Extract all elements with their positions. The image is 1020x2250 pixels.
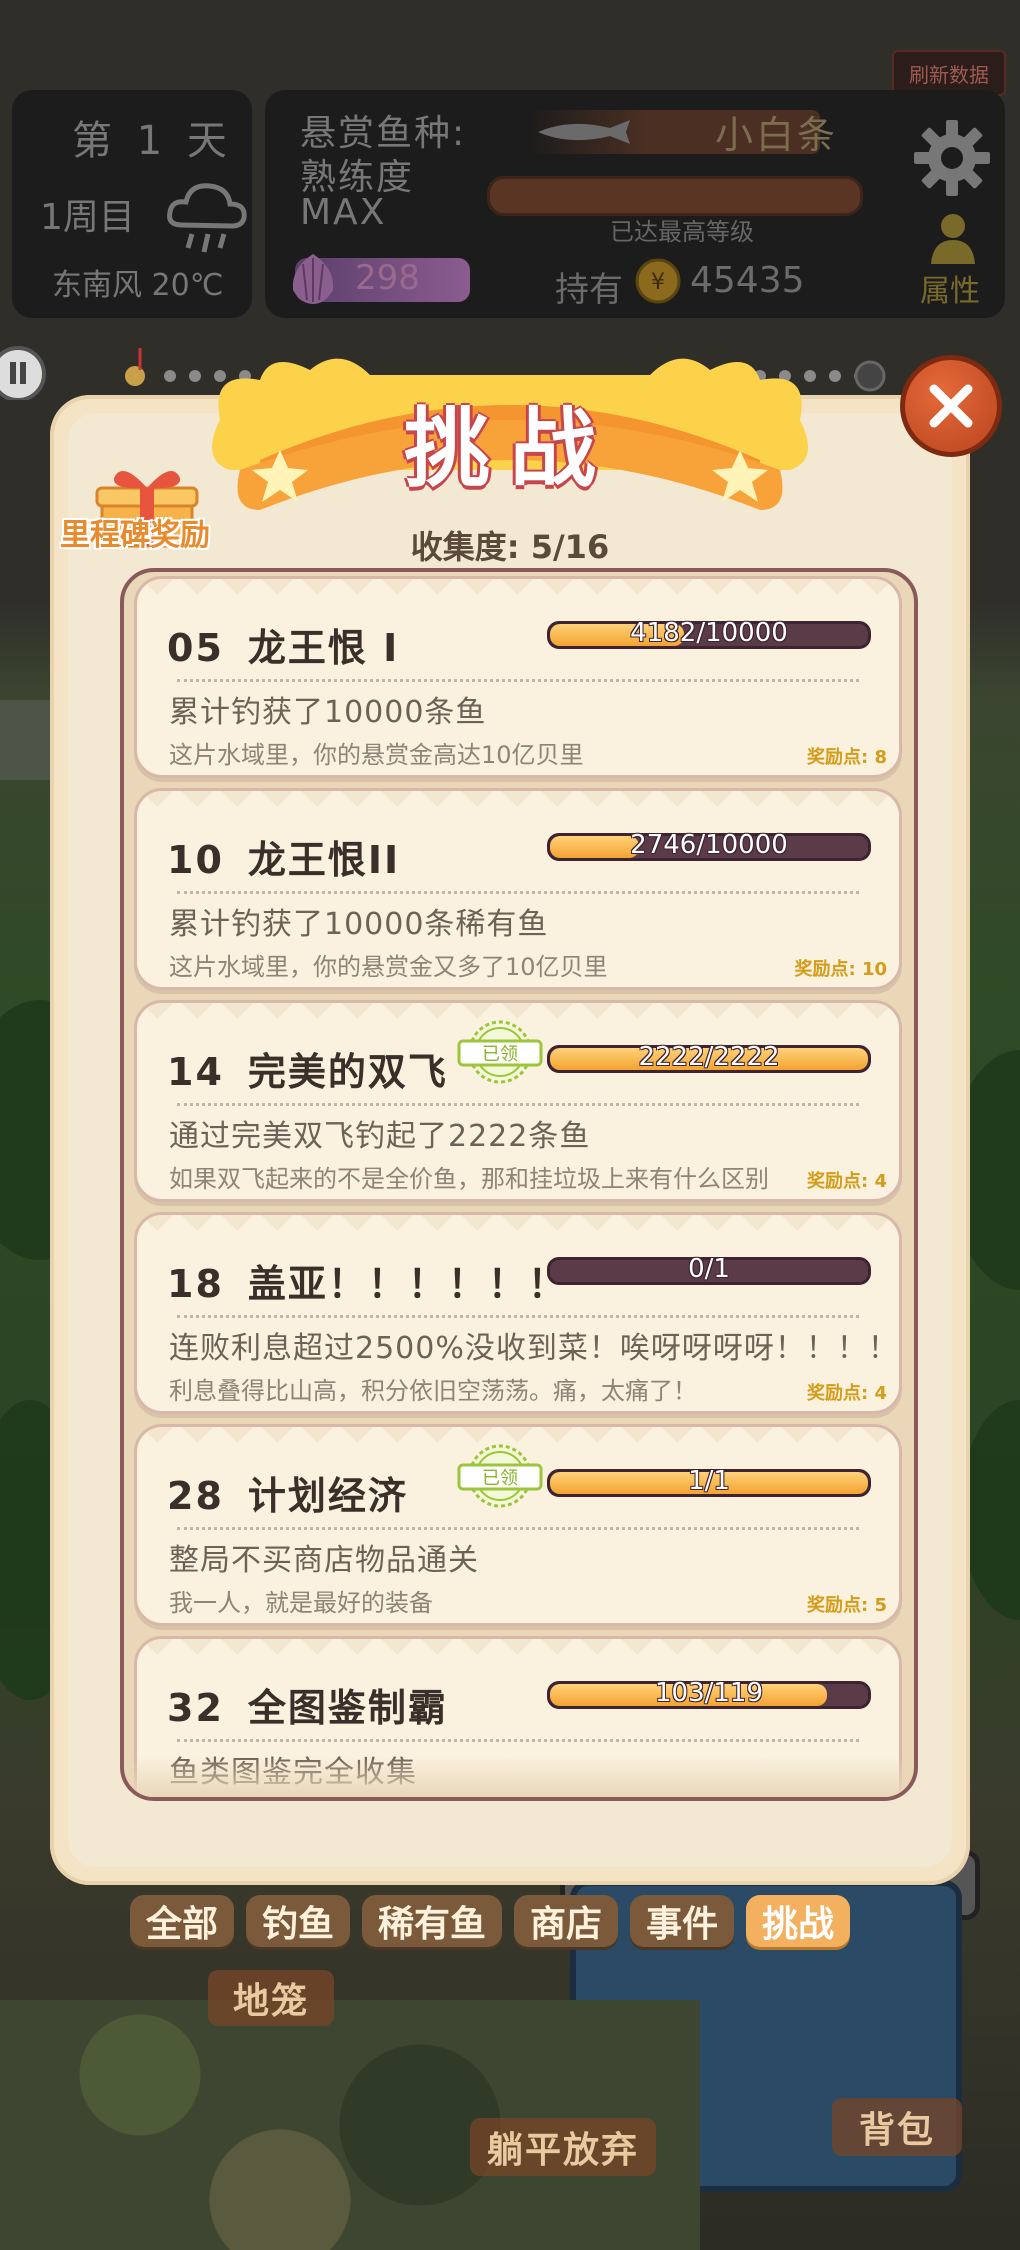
card-divider xyxy=(177,1103,859,1106)
card-divider xyxy=(177,1315,859,1318)
challenge-progress-bar: 4182/10000 xyxy=(547,618,871,649)
attribute-button-label[interactable]: 属性 xyxy=(920,266,980,310)
challenge-number: 14 xyxy=(167,1050,224,1094)
challenge-title: 05 龙王恨 I xyxy=(167,617,399,672)
challenge-card[interactable]: 14 完美的双飞 已领 2222/2222 通过完美双飞钓起了2222条鱼如果双飞起来的… xyxy=(134,1000,902,1202)
coin-value: 45435 xyxy=(690,260,805,301)
challenge-progress-bar: 1/1 xyxy=(547,1466,871,1497)
cycle-label: 1周目 xyxy=(40,197,135,238)
list-fade xyxy=(124,1757,914,1797)
progress-text: 2746/10000 xyxy=(630,830,788,860)
tab-1[interactable]: 钓鱼 xyxy=(246,1895,351,1947)
challenge-progress-bar: 103/119 xyxy=(547,1678,871,1709)
tab-5[interactable]: 挑战 xyxy=(746,1895,851,1947)
bounty-panel: 悬赏鱼种: 小白条 熟练度 MAX 已达最高等级 298 持有 ¥ 45435 xyxy=(265,90,1005,318)
card-divider xyxy=(177,1739,859,1742)
progress-text: 4182/10000 xyxy=(630,618,788,648)
challenge-card[interactable]: 05 龙王恨 I 4182/10000 累计钓获了10000条鱼这片水域里，你的悬赏金… xyxy=(134,576,902,778)
reward-points: 奖励点: 10 xyxy=(794,959,887,980)
shell-value: 298 xyxy=(355,258,420,298)
gear-icon[interactable] xyxy=(910,116,994,200)
tab-3[interactable]: 商店 xyxy=(514,1895,619,1947)
card-decoration xyxy=(137,1215,899,1239)
challenge-card[interactable]: 18 盖亚！！！！！！ 0/1 连败利息超过2500%没收到菜！唉呀呀呀呀！！！！！！… xyxy=(134,1212,902,1414)
claimed-stamp-icon: 已领 xyxy=(457,1444,543,1508)
progress-text: 1/1 xyxy=(688,1466,730,1496)
card-divider xyxy=(177,891,859,894)
challenge-flavor-text: 这片水域里，你的悬赏金又多了10亿贝里 xyxy=(169,953,608,981)
tab-2[interactable]: 稀有鱼 xyxy=(362,1895,503,1947)
card-decoration xyxy=(137,579,899,603)
day-panel: 第 1 天 1周目 东南风 20℃ xyxy=(12,90,252,318)
card-decoration xyxy=(137,791,899,815)
mastery-status: 已达最高等级 xyxy=(610,218,754,246)
progress-text: 2222/2222 xyxy=(638,1042,780,1072)
challenge-flavor-text: 我一人，就是最好的装备 xyxy=(169,1589,433,1617)
tab-4[interactable]: 事件 xyxy=(630,1895,735,1947)
challenge-flavor-text: 利息叠得比山高，积分依旧空荡荡。痛，太痛了！ xyxy=(169,1377,697,1405)
category-tabs: 全部 钓鱼 稀有鱼 商店 事件 挑战 xyxy=(130,1895,851,1947)
challenge-name: 龙王恨 I xyxy=(247,626,400,670)
reward-points: 奖励点: 5 xyxy=(807,1595,887,1616)
hold-label: 持有 xyxy=(555,270,623,310)
claimed-stamp-text: 已领 xyxy=(482,1468,518,1489)
challenge-title: 14 完美的双飞 xyxy=(167,1041,448,1096)
challenge-description: 连败利息超过2500%没收到菜！唉呀呀呀呀！！！！！！！ xyxy=(169,1331,899,1366)
challenge-progress-bar: 0/1 xyxy=(547,1254,871,1285)
close-button[interactable] xyxy=(900,355,1002,457)
challenge-title: 28 计划经济 xyxy=(167,1465,408,1520)
svg-text:¥: ¥ xyxy=(651,270,665,295)
challenge-name: 全图鉴制霸 xyxy=(247,1686,448,1730)
claimed-stamp-icon: 已领 xyxy=(457,1020,543,1084)
challenge-name: 计划经济 xyxy=(247,1474,408,1518)
day-label: 第 1 天 xyxy=(72,118,233,164)
bounty-fish-name: 小白条 xyxy=(715,113,839,157)
rain-cloud-icon xyxy=(167,183,247,253)
challenge-name: 完美的双飞 xyxy=(247,1050,448,1094)
challenge-number: 10 xyxy=(167,838,224,882)
challenge-description: 累计钓获了10000条稀有鱼 xyxy=(169,907,549,942)
tab-0[interactable]: 全部 xyxy=(130,1895,235,1947)
challenge-flavor-text: 如果双飞起来的不是全价鱼，那和挂垃圾上来有什么区别 xyxy=(169,1165,769,1193)
give-up-button[interactable]: 躺平放弃 xyxy=(470,2118,656,2176)
challenge-description: 累计钓获了10000条鱼 xyxy=(169,695,487,730)
challenge-name: 龙王恨II xyxy=(247,838,401,882)
card-divider xyxy=(177,1527,859,1530)
backpack-button[interactable]: 背包 xyxy=(832,2098,962,2156)
reward-points: 奖励点: 8 xyxy=(807,747,887,768)
challenge-name: 盖亚！！！！！！ xyxy=(247,1262,568,1306)
cage-button[interactable]: 地笼 xyxy=(208,1970,334,2026)
mastery-progress-bar xyxy=(487,176,863,216)
claimed-stamp-text: 已领 xyxy=(482,1044,518,1065)
card-decoration xyxy=(137,1639,899,1663)
coin-icon: ¥ xyxy=(635,258,681,304)
fish-icon xyxy=(538,120,630,144)
challenge-number: 32 xyxy=(167,1686,224,1730)
challenge-number: 05 xyxy=(167,626,224,670)
shell-icon xyxy=(292,254,334,304)
challenge-progress-bar: 2746/10000 xyxy=(547,830,871,861)
challenge-card[interactable]: 10 龙王恨II 2746/10000 累计钓获了10000条稀有鱼这片水域里，你的悬… xyxy=(134,788,902,990)
challenge-card[interactable]: 28 计划经济 已领 1/1 整局不买商店物品通关我一人，就是最好的装备 奖励点: 5 xyxy=(134,1424,902,1626)
progress-text: 103/119 xyxy=(654,1678,763,1708)
challenge-list[interactable]: 05 龙王恨 I 4182/10000 累计钓获了10000条鱼这片水域里，你的悬赏金… xyxy=(120,568,918,1801)
challenge-flavor-text: 这片水域里，你的悬赏金高达10亿贝里 xyxy=(169,741,584,769)
progress-text: 0/1 xyxy=(688,1254,730,1284)
challenge-progress-bar: 2222/2222 xyxy=(547,1042,871,1073)
challenge-description: 整局不买商店物品通关 xyxy=(169,1543,479,1578)
challenge-description: 通过完美双飞钓起了2222条鱼 xyxy=(169,1119,591,1154)
card-divider xyxy=(177,679,859,682)
person-icon[interactable] xyxy=(925,210,981,266)
challenge-number: 18 xyxy=(167,1262,224,1306)
mastery-level: MAX xyxy=(300,192,387,233)
reward-points: 奖励点: 4 xyxy=(807,1383,887,1404)
close-icon xyxy=(929,384,973,428)
challenge-title: 18 盖亚！！！！！！ xyxy=(167,1253,568,1308)
challenge-title: 10 龙王恨II xyxy=(167,829,400,884)
challenge-title: 32 全图鉴制霸 xyxy=(167,1677,448,1732)
wind-temperature: 东南风 20℃ xyxy=(52,268,224,303)
collection-progress: 收集度: 5/16 xyxy=(410,528,610,566)
challenge-number: 28 xyxy=(167,1474,224,1518)
reward-points: 奖励点: 4 xyxy=(807,1171,887,1192)
